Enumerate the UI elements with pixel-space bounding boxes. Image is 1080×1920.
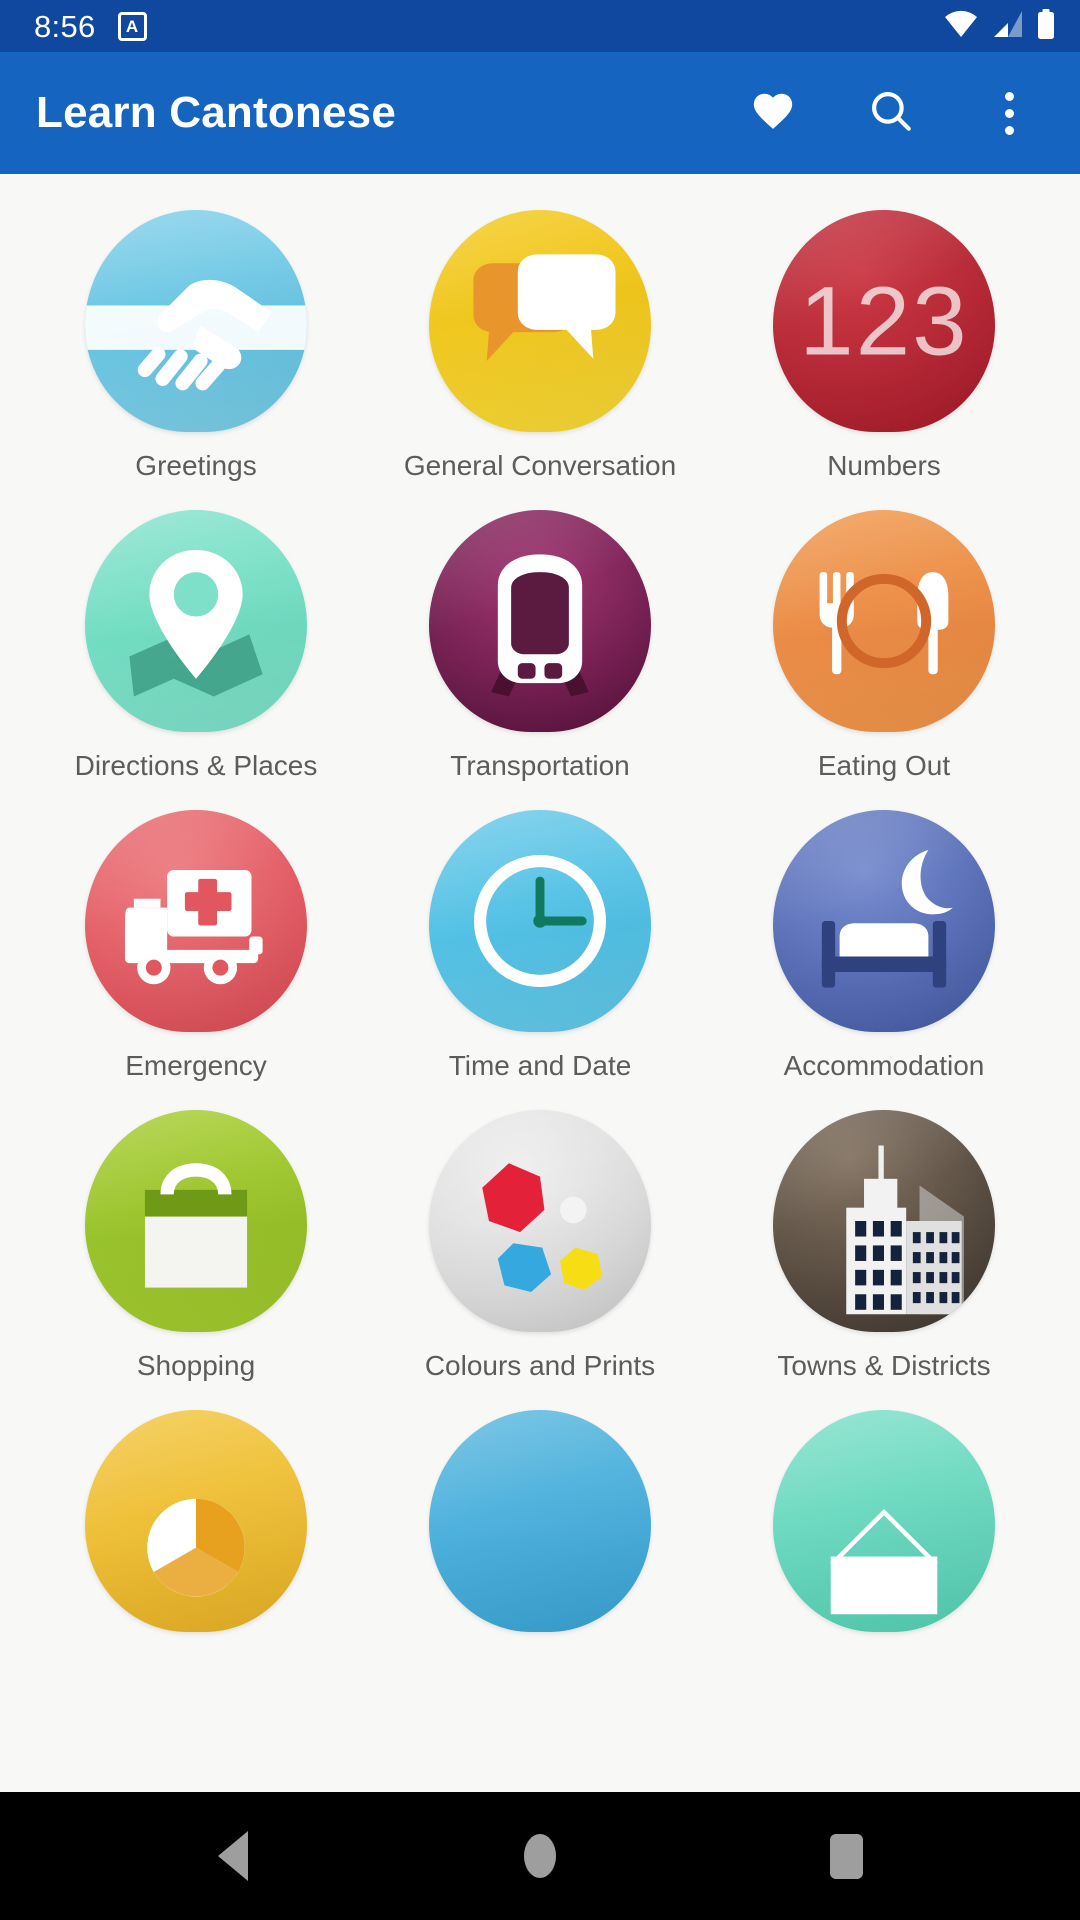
category-tile (773, 810, 995, 1032)
category-label: Greetings (135, 450, 257, 481)
overflow-menu-button[interactable] (978, 82, 1040, 144)
clock-icon (429, 810, 651, 1032)
square-recents-icon (830, 1833, 864, 1879)
category-tile (429, 810, 651, 1032)
category-label: Colours and Prints (424, 1350, 656, 1381)
search-button[interactable] (860, 82, 922, 144)
search-icon (866, 86, 916, 141)
category-label: General Conversation (403, 450, 677, 481)
svg-text:123: 123 (799, 266, 969, 375)
battery-icon (1036, 8, 1056, 44)
page-title: Learn Cantonese (36, 88, 396, 137)
ambulance-icon (85, 810, 307, 1032)
category-tile (85, 1110, 307, 1332)
category-tile (773, 1110, 995, 1332)
category-item-greetings[interactable]: Greetings (24, 196, 368, 496)
speech-bubbles-icon (429, 210, 651, 432)
status-bar: 8:56 A (0, 0, 1080, 52)
category-label: Transportation (450, 750, 630, 781)
category-item-partial-teal[interactable] (712, 1396, 1056, 1696)
category-label: Towns & Districts (777, 1350, 991, 1381)
app-root: 8:56 A Learn Cantonese Greetings General… (0, 0, 1080, 1920)
category-label: Emergency (125, 1050, 267, 1081)
category-label: Shopping (136, 1350, 256, 1381)
shopping-bag-icon (85, 1110, 307, 1332)
favorites-button[interactable] (742, 82, 804, 144)
category-tile (85, 210, 307, 432)
train-icon (429, 510, 651, 732)
category-item-general-conversation[interactable]: General Conversation (368, 196, 712, 496)
app-notification-badge-icon: A (117, 11, 147, 41)
category-item-partial-blue[interactable] (368, 1396, 712, 1696)
cellular-signal-icon (991, 10, 1023, 43)
category-item-transportation[interactable]: Transportation (368, 496, 712, 796)
category-tile (85, 1410, 307, 1632)
category-item-numbers[interactable]: 123 Numbers (712, 196, 1056, 496)
bed-moon-icon (773, 810, 995, 1032)
blue-tile-icon (429, 1410, 651, 1632)
status-clock: 8:56 (34, 8, 96, 44)
category-item-shopping[interactable]: Shopping (24, 1096, 368, 1396)
category-item-colours-and-prints[interactable]: Colours and Prints (368, 1096, 712, 1396)
category-grid-scroll[interactable]: Greetings General Conversation 123 Numbe… (0, 174, 1080, 1792)
circle-home-icon (523, 1834, 556, 1878)
category-tile (429, 210, 651, 432)
wifi-icon (944, 10, 978, 43)
triangle-back-icon (218, 1831, 249, 1881)
system-navigation-bar (0, 1792, 1080, 1920)
category-item-eating-out[interactable]: Eating Out (712, 496, 1056, 796)
teal-tile-icon (773, 1410, 995, 1632)
category-item-towns-districts[interactable]: Towns & Districts (712, 1096, 1056, 1396)
category-item-partial-yellow[interactable] (24, 1396, 368, 1696)
category-tile (85, 810, 307, 1032)
category-grid: Greetings General Conversation 123 Numbe… (0, 174, 1080, 1696)
category-label: Numbers (827, 450, 941, 481)
category-tile (429, 1110, 651, 1332)
app-bar-actions (742, 82, 1040, 144)
pie-chart-icon (85, 1410, 307, 1632)
city-buildings-icon (773, 1110, 995, 1332)
category-item-directions-places[interactable]: Directions & Places (24, 496, 368, 796)
category-tile (773, 1410, 995, 1632)
status-bar-right (944, 8, 1056, 44)
nav-home-button[interactable] (480, 1796, 600, 1916)
app-bar: Learn Cantonese (0, 52, 1080, 174)
handshake-icon (85, 210, 307, 432)
category-tile: 123 (773, 210, 995, 432)
category-tile (429, 1410, 651, 1632)
numbers-123-icon: 123 (773, 210, 995, 432)
heart-icon (748, 88, 798, 139)
category-item-accommodation[interactable]: Accommodation (712, 796, 1056, 1096)
category-tile (773, 510, 995, 732)
map-pin-icon (85, 510, 307, 732)
category-label: Time and Date (448, 1050, 632, 1081)
category-label: Directions & Places (74, 750, 318, 781)
status-bar-left: 8:56 A (34, 11, 147, 42)
cutlery-plate-icon (773, 510, 995, 732)
category-item-emergency[interactable]: Emergency (24, 796, 368, 1096)
more-vertical-icon (1004, 91, 1014, 135)
category-tile (429, 510, 651, 732)
nav-back-button[interactable] (173, 1796, 293, 1916)
category-tile (85, 510, 307, 732)
category-item-time-and-date[interactable]: Time and Date (368, 796, 712, 1096)
category-label: Accommodation (783, 1050, 985, 1081)
nav-recents-button[interactable] (787, 1796, 907, 1916)
category-label: Eating Out (817, 750, 951, 781)
colour-shapes-icon (429, 1110, 651, 1332)
